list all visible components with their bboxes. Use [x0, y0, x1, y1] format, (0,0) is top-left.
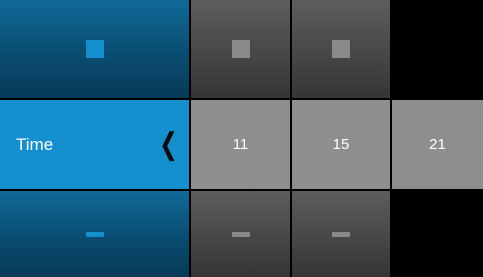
- row-label: Time: [16, 134, 54, 154]
- minus-icon: [231, 231, 250, 237]
- value-3-text: 21: [429, 136, 446, 153]
- minus-icon: [85, 231, 104, 237]
- chevron-left-icon[interactable]: ❮: [159, 129, 178, 160]
- value-2-text: 15: [332, 136, 350, 153]
- minus-icon: [332, 231, 350, 237]
- plus-icon: [85, 40, 104, 58]
- value-3-top-empty: [392, 0, 483, 98]
- time-label-cell[interactable]: Time ❮: [0, 100, 189, 189]
- value-1-cell[interactable]: 11: [191, 100, 290, 189]
- time-picker: Time ❮ 11 15 21: [0, 0, 483, 277]
- value-3-cell[interactable]: 21: [392, 100, 483, 189]
- time-increment-button[interactable]: [0, 0, 189, 98]
- value-2-cell[interactable]: 15: [292, 100, 390, 189]
- time-decrement-button[interactable]: [0, 191, 189, 277]
- plus-icon: [231, 40, 250, 58]
- value-2-increment-button[interactable]: [292, 0, 390, 98]
- value-1-increment-button[interactable]: [191, 0, 290, 98]
- plus-icon: [332, 40, 350, 58]
- value-3-bottom-empty: [392, 191, 483, 277]
- value-1-decrement-button[interactable]: [191, 191, 290, 277]
- value-2-decrement-button[interactable]: [292, 191, 390, 277]
- value-1-text: 11: [232, 136, 249, 153]
